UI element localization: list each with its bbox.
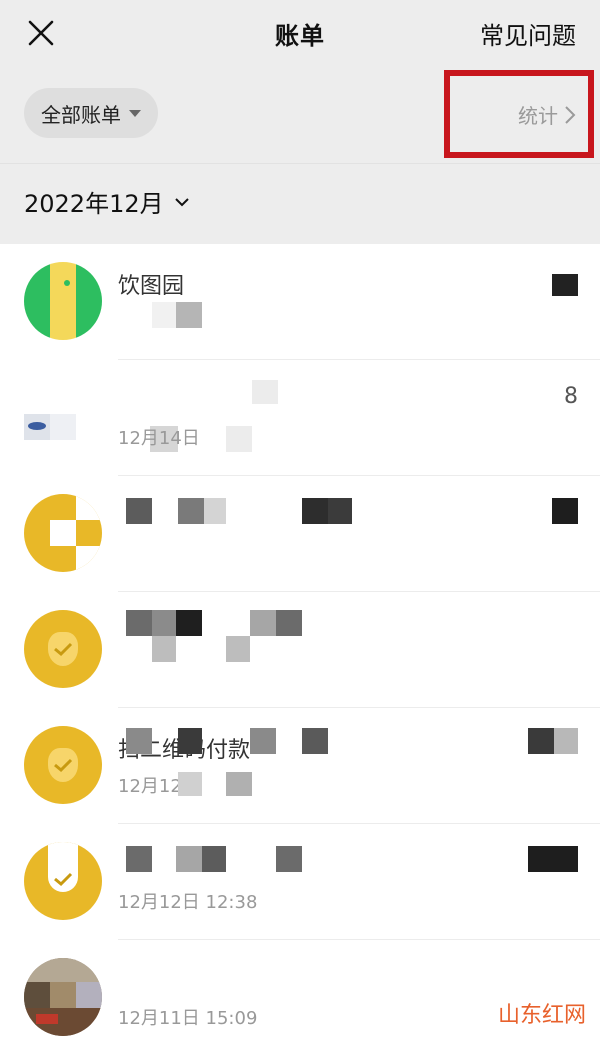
merchant-avatar bbox=[24, 958, 102, 1036]
check-icon bbox=[54, 758, 73, 773]
wechat-pay-avatar bbox=[24, 842, 102, 920]
transaction-amount: 8 bbox=[564, 384, 578, 409]
navigation-bar: 账单 常见问题 bbox=[0, 0, 600, 66]
transaction-time: 12月11日 15:09 bbox=[118, 1008, 258, 1029]
month-selector[interactable]: 2022年12月 bbox=[24, 184, 190, 219]
wechat-pay-avatar bbox=[24, 494, 102, 572]
transaction-time: 12月14日 bbox=[118, 428, 200, 449]
caret-down-icon bbox=[129, 109, 141, 117]
wechat-pay-avatar bbox=[24, 726, 102, 804]
transaction-row[interactable]: 12月12日 12:38 bbox=[0, 824, 600, 940]
transaction-row[interactable]: 12月14日 8 bbox=[0, 360, 600, 476]
check-icon bbox=[54, 642, 73, 657]
faq-link[interactable]: 常见问题 bbox=[480, 16, 576, 51]
transaction-row[interactable]: 饮图园 bbox=[0, 244, 600, 360]
transaction-title: 饮图园 bbox=[118, 274, 185, 299]
merchant-avatar bbox=[24, 378, 102, 456]
wechat-pay-avatar bbox=[24, 610, 102, 688]
watermark-logo: 山东红网 bbox=[497, 1003, 586, 1028]
header-divider bbox=[0, 163, 600, 164]
transaction-list: 饮图园 12月14日 8 12月12日 12月12日 12:38 12月11日 … bbox=[0, 244, 600, 1037]
transaction-row[interactable] bbox=[0, 592, 600, 708]
chevron-down-icon bbox=[174, 197, 189, 206]
all-bills-filter-button[interactable]: 全部账单 bbox=[24, 88, 158, 138]
month-label: 2022年12月 bbox=[24, 190, 164, 218]
transaction-time: 12月12日 12:38 bbox=[118, 892, 258, 913]
merchant-avatar bbox=[24, 262, 102, 340]
transaction-row[interactable] bbox=[0, 476, 600, 592]
statistics-highlight-box bbox=[444, 70, 594, 158]
transaction-row[interactable]: 扫二维码付款 12月12日 bbox=[0, 708, 600, 824]
filter-label: 全部账单 bbox=[41, 102, 121, 127]
check-icon bbox=[54, 872, 73, 887]
